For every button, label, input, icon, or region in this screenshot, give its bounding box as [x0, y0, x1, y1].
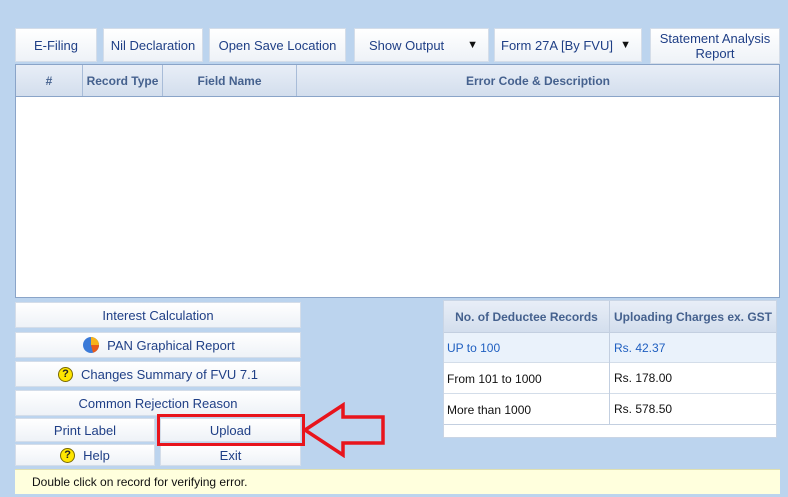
help-button[interactable]: ? Help	[15, 444, 155, 466]
arrow-left-icon	[301, 402, 385, 458]
show-output-label: Show Output	[369, 37, 445, 53]
charges-range: UP to 100	[447, 333, 610, 363]
upload-highlight-box	[157, 414, 305, 446]
open-save-location-button[interactable]: Open Save Location	[209, 28, 346, 62]
column-header-error-code[interactable]: Error Code & Description	[297, 65, 779, 96]
column-header-field-name[interactable]: Field Name	[163, 65, 297, 96]
pan-graphical-report-label: PAN Graphical Report	[107, 337, 235, 353]
charges-header-records: No. of Deductee Records	[444, 301, 610, 332]
chevron-down-icon: ▼	[467, 38, 478, 51]
charges-range: From 101 to 1000	[447, 363, 610, 394]
interest-calculation-button[interactable]: Interest Calculation	[15, 302, 301, 328]
show-output-dropdown[interactable]: Show Output ▼	[354, 28, 489, 62]
question-icon: ?	[57, 366, 73, 382]
print-label-button[interactable]: Print Label	[15, 418, 155, 442]
help-label: Help	[83, 447, 110, 463]
column-header-number[interactable]: #	[16, 65, 83, 96]
chevron-down-icon: ▼	[620, 38, 631, 51]
changes-summary-button[interactable]: ? Changes Summary of FVU 7.1	[15, 361, 301, 387]
table-row[interactable]: From 101 to 1000 Rs. 178.00	[444, 363, 776, 394]
status-bar: Double click on record for verifying err…	[15, 469, 780, 494]
efiling-button[interactable]: E-Filing	[15, 28, 97, 62]
changes-summary-label: Changes Summary of FVU 7.1	[80, 366, 259, 382]
grid-header: # Record Type Field Name Error Code & De…	[16, 65, 779, 97]
nil-declaration-button[interactable]: Nil Declaration	[103, 28, 203, 62]
charges-header-charges: Uploading Charges ex. GST	[613, 309, 773, 324]
common-rejection-reason-button[interactable]: Common Rejection Reason	[15, 390, 301, 416]
table-row[interactable]: More than 1000 Rs. 578.50	[444, 394, 776, 425]
table-row[interactable]: UP to 100 Rs. 42.37	[444, 333, 776, 363]
pan-graphical-report-button[interactable]: PAN Graphical Report	[15, 332, 301, 358]
exit-button[interactable]: Exit	[160, 444, 301, 466]
statement-analysis-report-button[interactable]: Statement Analysis Report	[650, 28, 780, 64]
statement-analysis-label-2: Report	[695, 46, 735, 61]
charges-amount: Rs. 178.00	[614, 371, 673, 385]
form-select-label: Form 27A [By FVU]	[501, 37, 613, 53]
column-header-record-type[interactable]: Record Type	[83, 65, 163, 96]
statement-analysis-label-1: Statement Analysis	[659, 31, 771, 46]
question-icon: ?	[60, 447, 76, 463]
pie-chart-icon	[81, 335, 101, 355]
form-select-dropdown[interactable]: Form 27A [By FVU] ▼	[494, 28, 642, 62]
charges-range: More than 1000	[447, 394, 610, 425]
charges-amount: Rs. 42.37	[614, 340, 666, 355]
status-message: Double click on record for verifying err…	[32, 475, 248, 489]
charges-table: No. of Deductee Records Uploading Charge…	[443, 300, 777, 438]
charges-table-header: No. of Deductee Records Uploading Charge…	[444, 301, 776, 333]
error-grid[interactable]: # Record Type Field Name Error Code & De…	[15, 64, 780, 298]
charges-amount: Rs. 578.50	[614, 402, 673, 416]
